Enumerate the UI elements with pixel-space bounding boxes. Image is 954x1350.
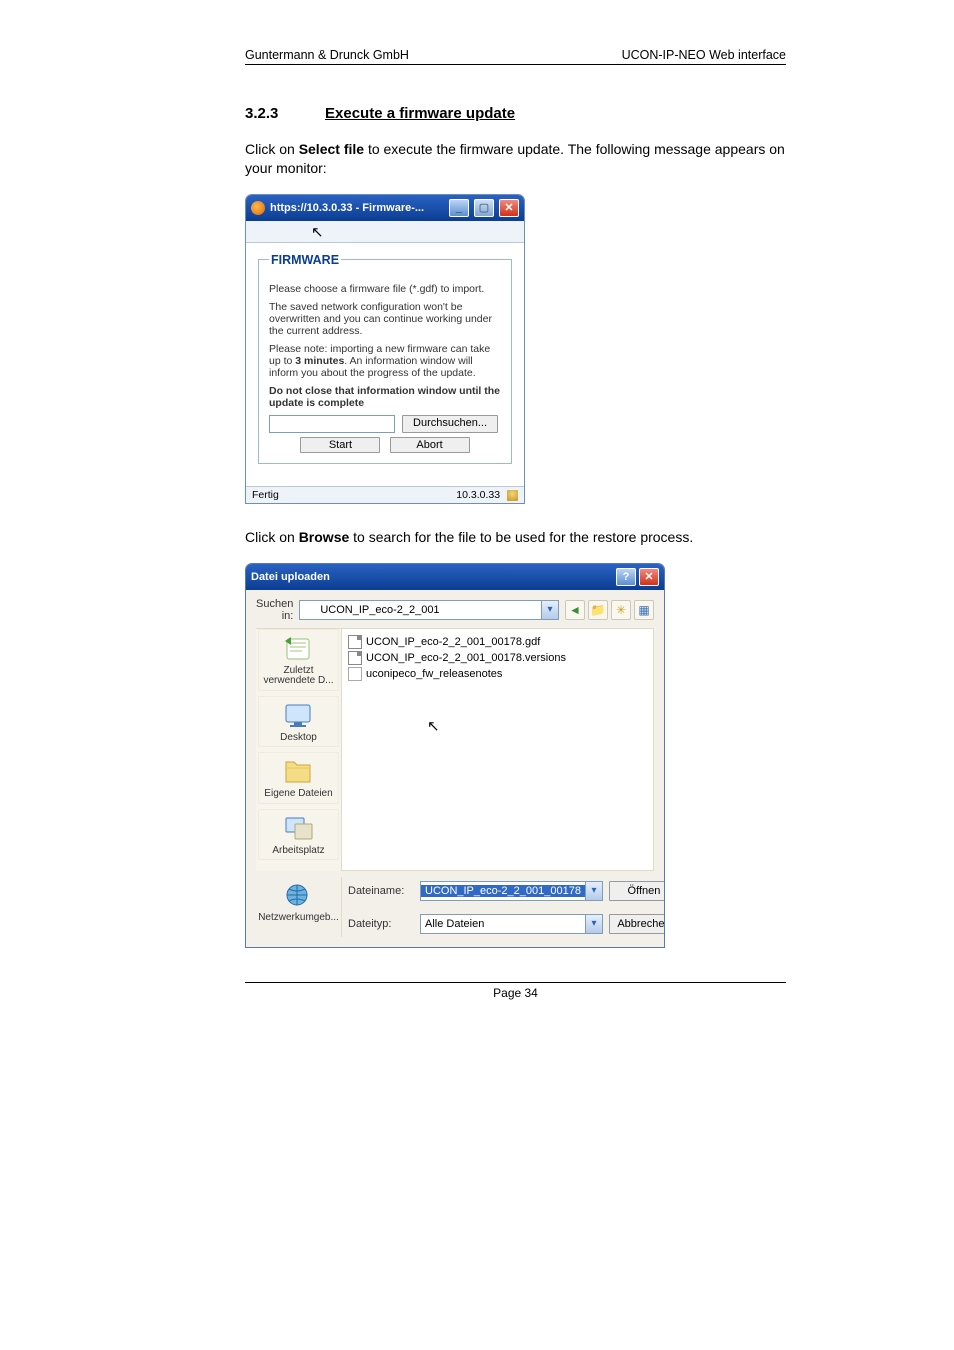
- places-bar: Zuletzt verwendete D... Desktop: [256, 628, 342, 872]
- section-title: Execute a firmware update: [325, 105, 515, 122]
- new-folder-icon[interactable]: ✳: [611, 600, 631, 620]
- places-network[interactable]: Netzwerkumgeb...: [255, 877, 342, 927]
- places-desktop[interactable]: Desktop: [258, 696, 339, 748]
- firmware-text-4: Do not close that information window unt…: [269, 385, 501, 409]
- lookin-combo[interactable]: UCON_IP_eco-2_2_001 ▾: [299, 600, 559, 620]
- section-number: 3.2.3: [245, 105, 325, 122]
- firefox-icon: [251, 201, 265, 215]
- filetype-combo[interactable]: Alle Dateien ▾: [420, 914, 603, 934]
- chevron-down-icon[interactable]: ▾: [585, 882, 602, 900]
- filename-combo[interactable]: UCON_IP_eco-2_2_001_00178 ▾: [420, 881, 603, 901]
- close-button[interactable]: ✕: [639, 568, 659, 586]
- places-mydocs-label: Eigene Dateien: [262, 789, 335, 800]
- firmware-window-title: https://10.3.0.33 - Firmware-...: [270, 202, 444, 214]
- filename-label: Dateiname:: [348, 885, 414, 897]
- file-dialog-title: Datei uploaden: [251, 571, 616, 583]
- firmware-fieldset: FIRMWARE Please choose a firmware file (…: [258, 253, 512, 464]
- file-name: UCON_IP_eco-2_2_001_00178.versions: [366, 652, 566, 664]
- file-name: uconipeco_fw_releasenotes: [366, 668, 502, 680]
- filetype-label: Dateityp:: [348, 918, 414, 930]
- chevron-down-icon[interactable]: ▾: [541, 601, 558, 619]
- file-dialog-titlebar: Datei uploaden ? ✕: [246, 564, 664, 590]
- open-button[interactable]: Öffnen: [609, 881, 665, 901]
- cancel-button[interactable]: Abbrechen: [609, 914, 665, 934]
- between-paragraph: Click on Browse to search for the file t…: [245, 528, 786, 547]
- close-button[interactable]: ✕: [499, 199, 519, 217]
- firmware-window: https://10.3.0.33 - Firmware-... _ ▢ ✕ ↖…: [245, 194, 525, 504]
- start-button[interactable]: Start: [300, 437, 380, 453]
- places-recent[interactable]: Zuletzt verwendete D...: [258, 629, 339, 691]
- header-left: Guntermann & Drunck GmbH: [245, 48, 409, 62]
- file-item[interactable]: uconipeco_fw_releasenotes: [348, 667, 647, 681]
- cursor-icon: ↖: [427, 717, 440, 735]
- lookin-label: Suchen in:: [256, 598, 293, 622]
- places-mydocs[interactable]: Eigene Dateien: [258, 752, 339, 804]
- file-icon: [348, 667, 362, 681]
- file-item[interactable]: UCON_IP_eco-2_2_001_00178.gdf: [348, 635, 647, 649]
- section-heading: 3.2.3 Execute a firmware update: [245, 105, 786, 122]
- places-desktop-label: Desktop: [262, 733, 335, 744]
- firmware-text-2: The saved network configuration won't be…: [269, 301, 501, 337]
- browser-toolbar: ↖: [246, 221, 524, 243]
- browse-button[interactable]: Durchsuchen...: [402, 415, 498, 433]
- status-left: Fertig: [252, 489, 279, 501]
- filename-value: UCON_IP_eco-2_2_001_00178: [421, 885, 585, 897]
- status-ip: 10.3.0.33: [456, 489, 500, 501]
- file-name: UCON_IP_eco-2_2_001_00178.gdf: [366, 636, 540, 648]
- maximize-button[interactable]: ▢: [474, 199, 494, 217]
- lock-icon: [507, 490, 518, 501]
- firmware-titlebar: https://10.3.0.33 - Firmware-... _ ▢ ✕: [246, 195, 524, 221]
- firmware-text-3: Please note: importing a new firmware ca…: [269, 343, 501, 379]
- minimize-button[interactable]: _: [449, 199, 469, 217]
- statusbar: Fertig 10.3.0.33: [246, 486, 524, 503]
- firmware-text-1: Please choose a firmware file (*.gdf) to…: [269, 283, 501, 295]
- firmware-file-input[interactable]: [269, 415, 395, 433]
- filetype-value: Alle Dateien: [421, 918, 585, 930]
- places-mycomputer-label: Arbeitsplatz: [262, 846, 335, 857]
- file-list[interactable]: UCON_IP_eco-2_2_001_00178.gdf UCON_IP_ec…: [342, 628, 654, 872]
- chevron-down-icon[interactable]: ▾: [585, 915, 602, 933]
- back-icon[interactable]: ◄: [565, 600, 585, 620]
- help-button[interactable]: ?: [616, 568, 636, 586]
- file-item[interactable]: UCON_IP_eco-2_2_001_00178.versions: [348, 651, 647, 665]
- intro-paragraph: Click on Select file to execute the firm…: [245, 140, 786, 178]
- desktop-icon: [282, 700, 316, 732]
- file-icon: [348, 651, 362, 665]
- my-documents-icon: [282, 756, 316, 788]
- abort-button[interactable]: Abort: [390, 437, 470, 453]
- up-one-level-icon[interactable]: 📁: [588, 600, 608, 620]
- network-icon: [282, 880, 316, 912]
- file-dialog: Datei uploaden ? ✕ Suchen in: UCON_IP_ec…: [245, 563, 665, 949]
- views-icon[interactable]: ▦: [634, 600, 654, 620]
- my-computer-icon: [282, 813, 316, 845]
- places-mycomputer[interactable]: Arbeitsplatz: [258, 809, 339, 861]
- recent-docs-icon: [282, 633, 316, 665]
- cursor-icon: ↖: [311, 223, 324, 241]
- header-right: UCON-IP-NEO Web interface: [622, 48, 786, 62]
- places-recent-label: Zuletzt verwendete D...: [262, 666, 335, 687]
- page-footer: Page 34: [245, 982, 786, 1000]
- file-icon: [348, 635, 362, 649]
- places-network-label: Netzwerkumgeb...: [258, 913, 339, 924]
- firmware-legend: FIRMWARE: [269, 253, 341, 267]
